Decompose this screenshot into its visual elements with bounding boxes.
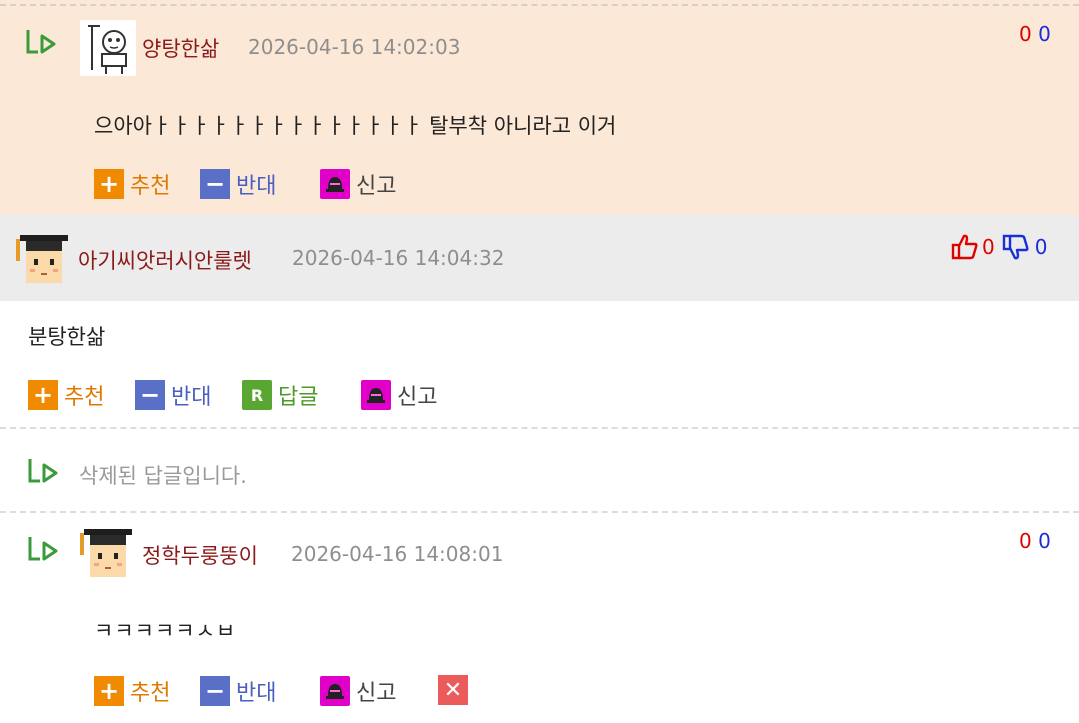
plus-icon: + — [94, 676, 124, 706]
comment-text: 으아아ㅏㅏㅏㅏㅏㅏㅏㅏㅏㅏㅏㅏㅏㅏ 탈부착 아니라고 이거 — [94, 114, 617, 138]
graduate-avatar-icon — [78, 525, 134, 581]
graduate-avatar-icon — [16, 235, 68, 283]
report-label: 신고 — [356, 174, 397, 199]
report-button[interactable]: 신고 — [320, 168, 396, 200]
minus-icon: − — [200, 169, 230, 199]
minus-icon: − — [200, 676, 230, 706]
deleted-reply-text: 삭제된 답글입니다. — [79, 464, 247, 488]
vote-counts: 0 0 — [1019, 529, 1051, 553]
reply-arrow-icon — [26, 30, 56, 54]
vote-counts: 0 0 — [950, 232, 1047, 262]
avatar[interactable] — [80, 20, 136, 76]
siren-icon — [320, 169, 350, 199]
timestamp: 2026-04-16 14:08:01 — [291, 542, 504, 566]
oppose-label: 반대 — [171, 385, 212, 410]
votes-down-count: 0 — [1038, 22, 1051, 46]
recommend-button[interactable]: + 추천 — [28, 379, 104, 411]
recommend-label: 추천 — [130, 681, 171, 706]
votes-down-count: 0 — [1034, 235, 1048, 259]
delete-button[interactable]: ✕ — [438, 675, 474, 705]
minus-icon: − — [135, 380, 165, 410]
oppose-label: 반대 — [236, 174, 277, 199]
oppose-label: 반대 — [236, 681, 277, 706]
report-button[interactable]: 신고 — [361, 379, 437, 411]
nickname[interactable]: 양탕한삶 — [142, 33, 219, 63]
votes-up-count: 0 — [1019, 529, 1032, 553]
recommend-label: 추천 — [64, 385, 105, 410]
report-button[interactable]: 신고 — [320, 675, 396, 707]
plus-icon: + — [28, 380, 58, 410]
oppose-button[interactable]: − 반대 — [200, 675, 276, 707]
oppose-button[interactable]: − 반대 — [200, 168, 276, 200]
comment-header: 아기씨앗러시안룰렛 2026-04-16 14:04:32 0 0 — [0, 215, 1079, 301]
report-label: 신고 — [356, 681, 397, 706]
siren-icon — [320, 676, 350, 706]
thumb-up-icon[interactable] — [950, 232, 980, 262]
siren-icon — [361, 380, 391, 410]
reply-button[interactable]: R 답글 — [242, 379, 318, 411]
votes-down-count: 0 — [1038, 529, 1051, 553]
reply-label: 답글 — [278, 385, 319, 410]
timestamp: 2026-04-16 14:04:32 — [292, 246, 505, 270]
comment-body: 분탕한삶 + 추천 − 반대 R 답글 신고 — [0, 301, 1079, 429]
comment-text: 분탕한삶 — [28, 325, 106, 349]
votes-up-count: 0 — [1019, 22, 1032, 46]
avatar[interactable] — [14, 231, 70, 287]
recommend-button[interactable]: + 추천 — [94, 168, 170, 200]
vote-counts: 0 0 — [1019, 22, 1051, 46]
avatar-doodle-icon — [80, 20, 136, 76]
nickname[interactable]: 정학두룽뚱이 — [142, 540, 258, 570]
plus-icon: + — [94, 169, 124, 199]
divider — [0, 4, 1079, 6]
delete-icon: ✕ — [438, 675, 468, 705]
recommend-label: 추천 — [130, 174, 171, 199]
reply-arrow-icon — [28, 537, 58, 561]
reply-badge-icon: R — [242, 380, 272, 410]
comment-reply-deleted: 삭제된 답글입니다. — [0, 429, 1079, 513]
nickname[interactable]: 아기씨앗러시안룰렛 — [78, 245, 252, 275]
timestamp: 2026-04-16 14:02:03 — [248, 35, 461, 59]
votes-up-count: 0 — [982, 235, 995, 259]
report-label: 신고 — [397, 385, 438, 410]
thumb-down-icon[interactable] — [1001, 232, 1031, 262]
comment-text: ㅋㅋㅋㅋㅋㅅㅂ — [94, 619, 237, 643]
recommend-button[interactable]: + 추천 — [94, 675, 170, 707]
comment-reply-2: 정학두룽뚱이 2026-04-16 14:08:01 0 0 ㅋㅋㅋㅋㅋㅅㅂ +… — [0, 513, 1079, 723]
comment-reply-1: 양탕한삶 2026-04-16 14:02:03 0 0 으아아ㅏㅏㅏㅏㅏㅏㅏㅏ… — [0, 0, 1079, 215]
oppose-button[interactable]: − 반대 — [135, 379, 211, 411]
reply-arrow-icon — [28, 459, 58, 483]
avatar[interactable] — [78, 525, 134, 581]
